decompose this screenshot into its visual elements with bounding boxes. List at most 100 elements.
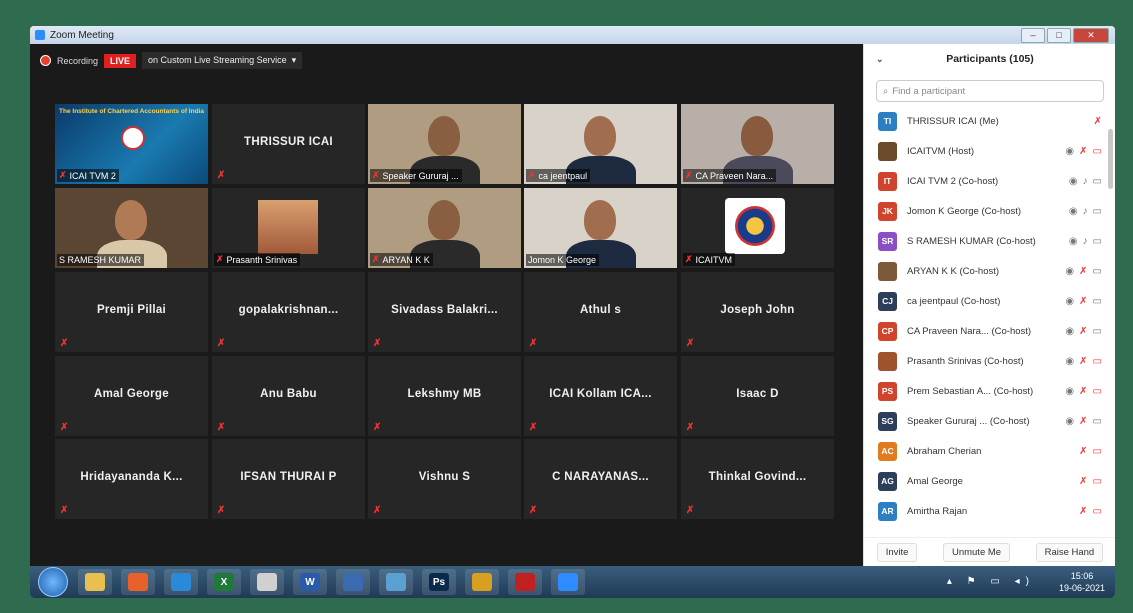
- unmute-button[interactable]: Unmute Me: [942, 542, 1011, 562]
- participant-name: ICAITVM (Host): [907, 145, 975, 157]
- participant-row[interactable]: Prasanth Srinivas (Co-host) ◉ ✗ ▭: [864, 346, 1115, 376]
- participant-row[interactable]: AG Amal George ✗ ▭: [864, 466, 1115, 496]
- stream-service-dropdown[interactable]: on Custom Live Streaming Service ▾: [142, 52, 303, 69]
- video-tile[interactable]: Isaac D ✗: [681, 356, 834, 436]
- firefox-icon[interactable]: [121, 569, 155, 595]
- scrollbar[interactable]: [1108, 129, 1113, 189]
- stream-service-label: on Custom Live Streaming Service: [148, 55, 287, 65]
- video-tile[interactable]: Vishnu S ✗: [368, 439, 521, 519]
- participant-status-icons: ◉ ♪ ▭: [1069, 236, 1102, 247]
- participant-row[interactable]: PS Prem Sebastian A... (Co-host) ◉ ✗ ▭: [864, 376, 1115, 406]
- participant-status-icons: ◉ ✗ ▭: [1065, 146, 1102, 157]
- mic-muted-icon: ✗: [685, 170, 693, 180]
- participant-row[interactable]: CJ ca jeentpaul (Co-host) ◉ ✗ ▭: [864, 286, 1115, 316]
- video-tile[interactable]: ✗ ARYAN K K: [368, 188, 521, 268]
- raise-hand-button[interactable]: Raise Hand: [1035, 542, 1104, 562]
- participants-list: TI THRISSUR ICAI (Me) ✗ ICAITVM (Host) ◉ ✗ ▭ IT…: [864, 106, 1115, 526]
- participant-row[interactable]: JK Jomon K George (Co-host) ◉ ♪ ▭: [864, 196, 1115, 226]
- video-tile[interactable]: Premji Pillai ✗: [55, 272, 208, 352]
- photoshop-glyph: Ps: [429, 573, 449, 591]
- mic-icon: ♪: [1082, 175, 1088, 187]
- avatar: CJ: [878, 291, 897, 311]
- participant-name: Athul s: [579, 304, 622, 316]
- invite-button[interactable]: Invite: [876, 542, 918, 562]
- search-input[interactable]: ⌕ Find a participant: [876, 80, 1104, 102]
- participant-row[interactable]: IT ICAI TVM 2 (Co-host) ◉ ♪ ▭: [864, 166, 1115, 196]
- recording-label: Recording: [57, 55, 99, 66]
- video-tile[interactable]: ✗ CA Praveen Nara...: [681, 104, 834, 184]
- chevron-down-icon[interactable]: ⌄: [876, 54, 884, 65]
- participant-name: ca jeentpaul (Co-host): [907, 295, 1001, 307]
- minimize-button[interactable]: –: [1021, 28, 1045, 43]
- acrobat-icon[interactable]: [508, 569, 542, 595]
- clock[interactable]: 15:06 19-06-2021: [1059, 570, 1105, 594]
- chrome-icon[interactable]: [465, 569, 499, 595]
- video-tile[interactable]: Thinkal Govind... ✗: [681, 439, 834, 519]
- video-tile[interactable]: ICAI Kollam ICA... ✗: [524, 356, 677, 436]
- participant-row[interactable]: ARYAN K K (Co-host) ◉ ✗ ▭: [864, 256, 1115, 286]
- video-tile[interactable]: Jomon K George: [524, 188, 677, 268]
- video-tile[interactable]: Amal George ✗: [55, 356, 208, 436]
- video-tile[interactable]: ✗ Prasanth Srinivas: [212, 188, 365, 268]
- video-tile[interactable]: ✗ Speaker Gururaj ...: [368, 104, 521, 184]
- participant-row[interactable]: SG Speaker Gururaj ... (Co-host) ◉ ✗ ▭: [864, 406, 1115, 436]
- mic-muted-icon: ✗: [528, 170, 536, 180]
- video-tile[interactable]: gopalakrishnan... ✗: [212, 272, 365, 352]
- mic-muted-icon: ✗: [686, 422, 695, 433]
- participant-status-icons: ◉ ✗ ▭: [1065, 266, 1102, 277]
- name-label: ✗ Prasanth Srinivas: [214, 253, 301, 266]
- video-tile[interactable]: Joseph John ✗: [681, 272, 834, 352]
- video-tile[interactable]: The Institute of Chartered Accountants o…: [55, 104, 208, 184]
- photoshop-icon[interactable]: Ps: [422, 569, 456, 595]
- person-head: [115, 200, 147, 240]
- participant-row[interactable]: SR S RAMESH KUMAR (Co-host) ◉ ♪ ▭: [864, 226, 1115, 256]
- close-button[interactable]: ✕: [1073, 28, 1109, 43]
- participant-row[interactable]: CP CA Praveen Nara... (Co-host) ◉ ✗ ▭: [864, 316, 1115, 346]
- mic-muted-icon: ✗: [1079, 325, 1088, 337]
- video-tile[interactable]: C NARAYANAS... ✗: [524, 439, 677, 519]
- mic-muted-icon: ✗: [216, 254, 224, 264]
- avatar: SR: [878, 231, 897, 251]
- participant-name: ARYAN K K: [382, 254, 430, 265]
- video-share-icon: ◉: [1065, 145, 1075, 157]
- edge-icon[interactable]: [164, 569, 198, 595]
- video-share-icon: ◉: [1065, 385, 1075, 397]
- video-tile[interactable]: Sivadass Balakri... ✗: [368, 272, 521, 352]
- file-explorer-icon[interactable]: [78, 569, 112, 595]
- mic-muted-icon: ✗: [1079, 355, 1088, 367]
- video-tile[interactable]: Athul s ✗: [524, 272, 677, 352]
- participant-row[interactable]: TI THRISSUR ICAI (Me) ✗: [864, 106, 1115, 136]
- video-tile[interactable]: Anu Babu ✗: [212, 356, 365, 436]
- participant-row[interactable]: ICAITVM (Host) ◉ ✗ ▭: [864, 136, 1115, 166]
- video-share-icon: ◉: [1068, 205, 1078, 217]
- mic-muted-icon: ✗: [372, 254, 380, 264]
- video-tile[interactable]: Lekshmy MB ✗: [368, 356, 521, 436]
- participant-name: Abraham Cherian: [907, 445, 982, 457]
- video-tile[interactable]: ✗ ICAITVM: [681, 188, 834, 268]
- zoom-icon[interactable]: [551, 569, 585, 595]
- word-icon[interactable]: W: [293, 569, 327, 595]
- name-label: S RAMESH KUMAR: [57, 254, 145, 266]
- participant-row[interactable]: AR Amirtha Rajan ✗ ▭: [864, 496, 1115, 526]
- app2-icon[interactable]: [379, 569, 413, 595]
- video-tile[interactable]: THRISSUR ICAI ✗: [212, 104, 365, 184]
- video-tile[interactable]: Hridayananda K... ✗: [55, 439, 208, 519]
- edge-glyph: [171, 573, 191, 591]
- meeting-area: Recording LIVE on Custom Live Streaming …: [30, 44, 863, 566]
- video-tile[interactable]: S RAMESH KUMAR: [55, 188, 208, 268]
- participant-name: gopalakrishnan...: [238, 304, 339, 316]
- paint-icon[interactable]: [250, 569, 284, 595]
- participant-status-icons: ✗ ▭: [1079, 506, 1102, 517]
- video-tile[interactable]: ✗ ca jeentpaul: [524, 104, 677, 184]
- participant-row[interactable]: AC Abraham Cherian ✗ ▭: [864, 436, 1115, 466]
- excel-icon[interactable]: X: [207, 569, 241, 595]
- participant-status-icons: ◉ ✗ ▭: [1065, 356, 1102, 367]
- maximize-button[interactable]: □: [1047, 28, 1071, 43]
- person-head: [584, 200, 616, 240]
- camera-off-icon: ▭: [1092, 445, 1102, 457]
- video-tile[interactable]: IFSAN THURAI P ✗: [212, 439, 365, 519]
- zoom-glyph: [558, 573, 578, 591]
- avatar: [878, 141, 897, 161]
- start-button[interactable]: [38, 567, 68, 597]
- app-icon[interactable]: [336, 569, 370, 595]
